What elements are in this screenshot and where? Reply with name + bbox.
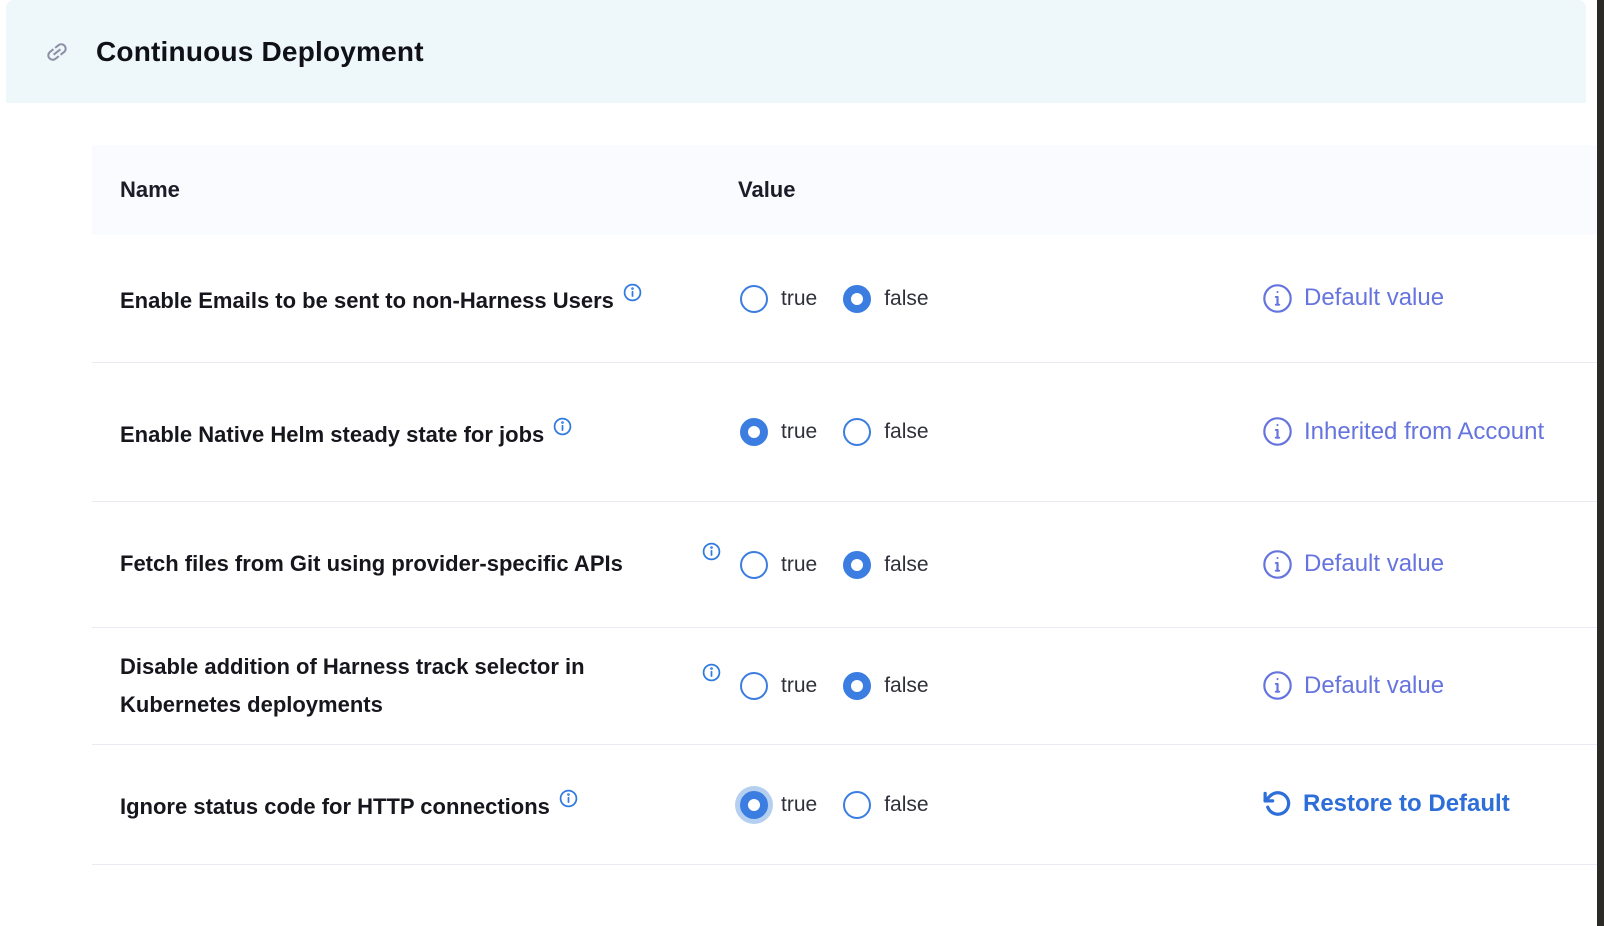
value-info-slot xyxy=(702,674,740,698)
radio-true[interactable] xyxy=(740,285,768,313)
radio-false[interactable] xyxy=(843,672,871,700)
table-header-row: Name Value xyxy=(92,145,1597,235)
setting-value-cell: true false xyxy=(702,551,1062,579)
status-label: Inherited from Account xyxy=(1304,415,1544,450)
setting-value-cell: true false xyxy=(702,285,1062,313)
setting-row: Ignore status code for HTTP connections xyxy=(92,745,1597,865)
radio-true[interactable] xyxy=(740,672,768,700)
radio-false-label[interactable]: false xyxy=(884,793,928,817)
setting-info-icon[interactable] xyxy=(559,782,578,821)
setting-name-cell: Ignore status code for HTTP connections xyxy=(92,782,702,827)
setting-row: Disable addition of Harness track select… xyxy=(92,628,1597,745)
radio-true-label[interactable]: true xyxy=(781,420,817,444)
setting-name-label: Enable Native Helm steady state for jobs xyxy=(120,422,544,447)
settings-page: Continuous Deployment Name Value Enable … xyxy=(0,0,1604,926)
radio-false-label[interactable]: false xyxy=(884,420,928,444)
radio-true[interactable] xyxy=(740,791,768,819)
status-info-icon[interactable] xyxy=(1262,549,1293,580)
status-label: Default value xyxy=(1304,547,1444,582)
setting-name-cell: Fetch files from Git using provider-spec… xyxy=(92,545,702,584)
radio-false[interactable] xyxy=(843,418,871,446)
setting-value-cell: true false xyxy=(702,418,1062,446)
setting-status-cell: Default value xyxy=(1252,281,1597,316)
radio-true-label[interactable]: true xyxy=(781,553,817,577)
restore-icon[interactable] xyxy=(1262,789,1292,819)
radio-false[interactable] xyxy=(843,551,871,579)
setting-name-label: Ignore status code for HTTP connections xyxy=(120,794,550,819)
radio-false-label[interactable]: false xyxy=(884,287,928,311)
setting-value-cell: true false xyxy=(702,791,1062,819)
radio-false-label[interactable]: false xyxy=(884,553,928,577)
setting-row: Enable Emails to be sent to non-Harness … xyxy=(92,235,1597,363)
status-info-icon[interactable] xyxy=(1262,416,1293,447)
section-header: Continuous Deployment xyxy=(6,0,1586,103)
status-info-icon[interactable] xyxy=(1262,670,1293,701)
setting-name-cell: Disable addition of Harness track select… xyxy=(92,648,702,725)
status-label[interactable]: Restore to Default xyxy=(1303,787,1510,822)
window-right-edge xyxy=(1597,0,1604,926)
setting-value-cell: true false xyxy=(702,672,1062,700)
status-label: Default value xyxy=(1304,669,1444,704)
setting-status-cell: Restore to Default xyxy=(1252,787,1597,822)
radio-true-label[interactable]: true xyxy=(781,793,817,817)
setting-status-cell: Default value xyxy=(1252,547,1597,582)
radio-false-label[interactable]: false xyxy=(884,674,928,698)
setting-row: Fetch files from Git using provider-spec… xyxy=(92,502,1597,628)
setting-info-icon[interactable] xyxy=(702,663,721,687)
radio-true-label[interactable]: true xyxy=(781,287,817,311)
setting-row: Enable Native Helm steady state for jobs xyxy=(92,363,1597,502)
radio-true[interactable] xyxy=(740,418,768,446)
setting-name-label: Disable addition of Harness track select… xyxy=(120,654,585,718)
column-header-value: Value xyxy=(702,177,795,203)
page-title: Continuous Deployment xyxy=(96,36,424,68)
radio-true-label[interactable]: true xyxy=(781,674,817,698)
setting-info-icon[interactable] xyxy=(553,410,572,449)
setting-name-label: Enable Emails to be sent to non-Harness … xyxy=(120,288,614,313)
radio-false[interactable] xyxy=(843,285,871,313)
setting-name-cell: Enable Emails to be sent to non-Harness … xyxy=(92,276,702,321)
radio-true[interactable] xyxy=(740,551,768,579)
status-info-icon[interactable] xyxy=(1262,283,1293,314)
setting-name-cell: Enable Native Helm steady state for jobs xyxy=(92,410,702,455)
value-info-slot xyxy=(702,553,740,577)
setting-status-cell: Inherited from Account xyxy=(1252,415,1597,450)
table-body: Enable Emails to be sent to non-Harness … xyxy=(92,235,1597,865)
settings-table: Name Value Enable Emails to be sent to n… xyxy=(92,145,1597,865)
setting-info-icon[interactable] xyxy=(623,276,642,315)
radio-false[interactable] xyxy=(843,791,871,819)
column-header-name: Name xyxy=(92,177,702,203)
setting-name-label: Fetch files from Git using provider-spec… xyxy=(120,551,623,576)
setting-info-icon[interactable] xyxy=(702,542,721,566)
setting-status-cell: Default value xyxy=(1252,669,1597,704)
chain-link-icon[interactable] xyxy=(44,39,70,65)
status-label: Default value xyxy=(1304,281,1444,316)
